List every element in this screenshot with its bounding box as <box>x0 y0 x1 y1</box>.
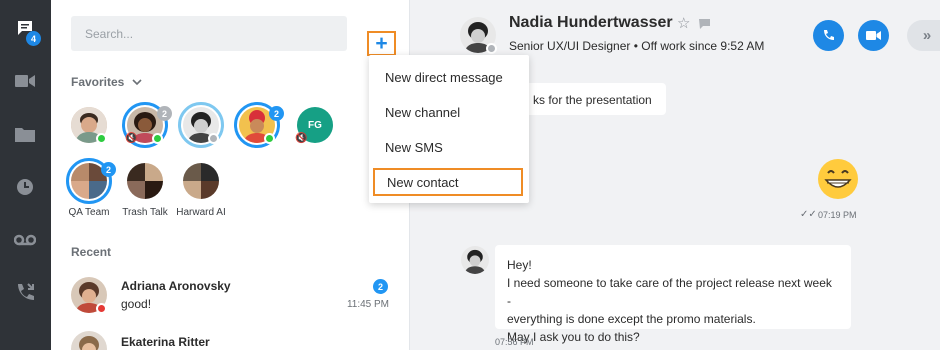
search-placeholder: Search... <box>85 26 134 41</box>
favorites-header[interactable]: Favorites <box>71 75 142 89</box>
offline-status-dot <box>208 133 219 144</box>
recent-time: 11:45 PM <box>346 299 389 310</box>
search-input[interactable]: Search... <box>71 16 347 51</box>
menu-item-new-contact[interactable]: New contact <box>373 168 523 196</box>
call-history-icon[interactable] <box>13 280 37 304</box>
unread-badge: 2 <box>101 162 116 177</box>
video-camera-icon <box>866 31 881 40</box>
recent-contact-name[interactable]: Adriana Aronovsky <box>121 279 231 293</box>
unread-badge: 2 <box>373 279 388 294</box>
grinning-emoji-icon <box>817 158 859 205</box>
message-line: Hey! <box>507 258 532 272</box>
voicemail-icon[interactable] <box>13 228 37 252</box>
message-line: everything is done except the promo mate… <box>507 312 756 326</box>
menu-item-new-channel[interactable]: New channel <box>369 98 529 126</box>
unread-badge: 2 <box>269 106 284 121</box>
message-time: 07:56 PM <box>495 337 534 347</box>
message-line: May I ask you to do this? <box>507 330 640 344</box>
chat-unread-badge: 4 <box>26 31 41 46</box>
star-icon[interactable]: ☆ <box>677 14 690 32</box>
online-status-dot <box>152 133 163 144</box>
collapse-panel-button[interactable]: » <box>907 20 940 51</box>
clock-icon[interactable] <box>13 175 37 199</box>
read-receipt-icon: ✓✓ <box>800 209 817 220</box>
favorite-group-avatar[interactable] <box>183 163 219 199</box>
call-button[interactable] <box>813 20 844 51</box>
incoming-message-bubble: Hey! I need someone to take care of the … <box>495 245 851 344</box>
favorites-title: Favorites <box>71 75 125 89</box>
online-status-dot <box>264 133 275 144</box>
favorite-name: Harward AI <box>176 207 226 218</box>
contact-subtitle: Senior UX/UI Designer • Off work since 9… <box>509 39 765 53</box>
speech-bubble-icon[interactable] <box>698 17 711 35</box>
recent-last-message: good! <box>121 297 152 311</box>
message-time: 07:19 PM <box>818 210 857 220</box>
favorite-group-avatar[interactable] <box>127 163 163 199</box>
phone-icon <box>823 29 834 40</box>
recent-title: Recent <box>71 245 112 259</box>
muted-icon: 🔇 <box>295 133 308 144</box>
chevron-down-icon <box>132 75 142 89</box>
video-icon[interactable] <box>13 69 37 93</box>
new-item-menu: New direct message New channel New SMS N… <box>369 55 529 203</box>
folder-icon[interactable] <box>13 122 37 146</box>
message-text: ks for the presentation <box>533 93 652 107</box>
chat-header: Nadia Hundertwasser ☆ Senior UX/UI Desig… <box>410 0 940 62</box>
menu-item-new-direct-message[interactable]: New direct message <box>369 63 529 91</box>
recent-contact-name[interactable]: Ekaterina Ritter <box>121 335 210 349</box>
message-line: I need someone to take care of the proje… <box>507 276 832 308</box>
muted-icon: 🔇 <box>125 133 138 144</box>
sender-avatar[interactable] <box>461 246 489 274</box>
menu-item-new-sms[interactable]: New SMS <box>369 133 529 161</box>
offline-status-dot <box>486 43 497 54</box>
app-rail: 4 <box>0 0 51 350</box>
video-call-button[interactable] <box>858 20 889 51</box>
busy-status-dot <box>96 303 107 314</box>
message-bubble: ks for the presentation <box>525 83 666 115</box>
add-new-button[interactable]: + <box>367 31 396 56</box>
contact-name: Nadia Hundertwasser <box>509 14 673 31</box>
recent-avatar[interactable] <box>71 331 107 350</box>
contacts-panel: Search... + Favorites 2 🔇 2 FG 🔇 2 QA Te… <box>51 0 410 350</box>
unread-badge: 2 <box>157 106 172 121</box>
online-status-dot <box>96 133 107 144</box>
